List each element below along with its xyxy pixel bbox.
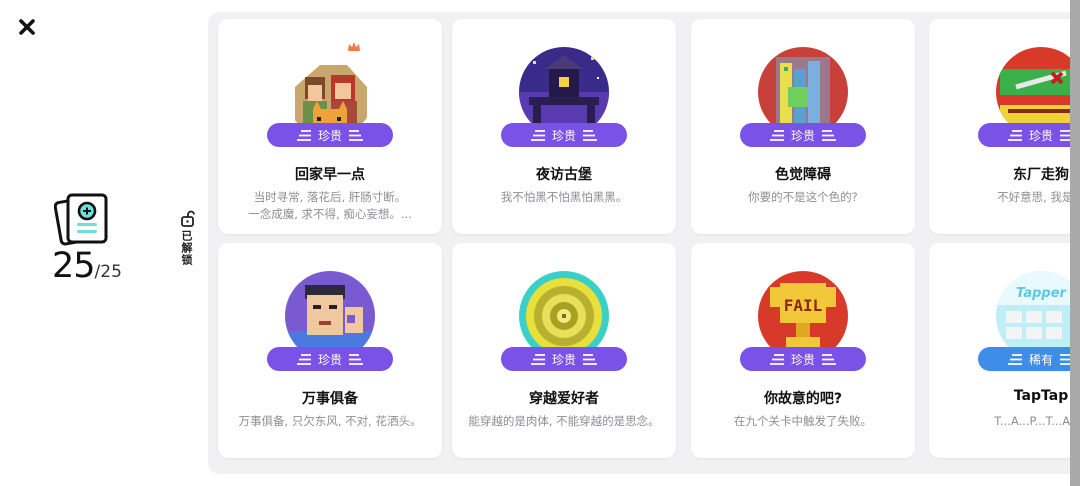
badge-bars-right-icon (822, 353, 836, 365)
rarity-label: 珍贵 (790, 352, 815, 367)
svg-text:Tapper: Tapper (1016, 286, 1068, 301)
unlock-count: 25/25 (52, 246, 122, 286)
tab-unlocked[interactable]: 已解锁 (178, 210, 198, 280)
svg-text:FAIL: FAIL (784, 296, 823, 315)
badge-bars-left-icon (1007, 129, 1022, 141)
achievement-title: TapTap (1013, 388, 1069, 404)
achievement-card[interactable]: 珍贵 东厂走狗 不好意思, 我是反 (929, 19, 1080, 234)
achievement-title: 穿越爱好者 (529, 391, 599, 407)
achievement-panel: 珍贵 回家早一点 当时寻常, 落花后, 肝肠寸断。 一念成魔, 求不得, 痴心妄… (208, 12, 1080, 474)
achievement-description: 万事俱备, 只欠东风, 不对, 花洒头。 (230, 413, 430, 430)
unlock-icon (181, 210, 195, 227)
rarity-badge: 珍贵 (267, 123, 393, 147)
achievement-title: 夜访古堡 (536, 167, 592, 183)
description-line: 我不怕黑不怕黑怕黑黑。 (500, 190, 628, 204)
description-line: 你要的不是这个色的? (748, 190, 858, 204)
description-line: 当时寻常, 落花后, 肝肠寸断。 (253, 190, 407, 204)
achievement-card[interactable]: Tapper 稀有 TapTap T...A...P...T...A...P (929, 243, 1080, 458)
badge-bars-left-icon (1007, 353, 1022, 365)
badge-bars-right-icon (583, 353, 597, 365)
tab-unlocked-label: 已解锁 (180, 230, 193, 266)
badge-bars-left-icon (530, 353, 545, 365)
achievement-description: 我不怕黑不怕黑怕黑黑。 (464, 189, 664, 206)
description-line: 一念成魔, 求不得, 痴心妄想。... (248, 207, 412, 221)
achievement-title: 你故意的吧? (763, 391, 843, 407)
badge-bars-left-icon (296, 353, 311, 365)
description-line: 不好意思, 我是反 (997, 190, 1080, 204)
achievement-card[interactable]: FAIL 珍贵 你故意的吧? 在九个关卡中触发了失败。 (691, 243, 915, 458)
achievement-card[interactable]: 珍贵 穿越爱好者 能穿越的是肉体, 不能穿越的是思念。 (452, 243, 676, 458)
close-button[interactable] (16, 16, 38, 38)
achievement-book-icon (54, 193, 108, 246)
description-line: 万事俱备, 只欠东风, 不对, 花洒头。 (238, 414, 422, 428)
description-line: 能穿越的是肉体, 不能穿越的是思念。 (468, 414, 660, 428)
rarity-badge: 珍贵 (501, 123, 627, 147)
achievement-card[interactable]: 珍贵 万事俱备 万事俱备, 只欠东风, 不对, 花洒头。 (218, 243, 442, 458)
rarity-label: 珍贵 (1028, 128, 1053, 143)
rarity-badge: 稀有 (978, 347, 1080, 371)
achievement-description: T...A...P...T...A...P (941, 413, 1080, 430)
close-icon (19, 19, 35, 35)
achievement-card[interactable]: 珍贵 色觉障碍 你要的不是这个色的? (691, 19, 915, 234)
description-line: 在九个关卡中触发了失败。 (734, 414, 872, 428)
achievement-title: 万事俱备 (302, 391, 358, 407)
badge-bars-left-icon (769, 353, 784, 365)
achievement-description: 当时寻常, 落花后, 肝肠寸断。 一念成魔, 求不得, 痴心妄想。... (230, 189, 430, 223)
rarity-label: 珍贵 (790, 128, 815, 143)
crown-icon (348, 42, 360, 51)
achievement-description: 在九个关卡中触发了失败。 (703, 413, 903, 430)
rarity-badge: 珍贵 (740, 347, 866, 371)
rarity-label: 珍贵 (317, 128, 342, 143)
badge-bars-left-icon (296, 129, 311, 141)
badge-bars-right-icon (349, 129, 363, 141)
achievement-title: 东厂走狗 (1013, 167, 1069, 183)
achievement-title: 回家早一点 (295, 167, 365, 183)
unlocked-count: 25 (52, 246, 96, 286)
rarity-badge: 珍贵 (978, 123, 1080, 147)
rarity-badge: 珍贵 (501, 347, 627, 371)
achievement-description: 不好意思, 我是反 (941, 189, 1080, 206)
rarity-label: 珍贵 (551, 352, 576, 367)
achievement-card[interactable]: 珍贵 夜访古堡 我不怕黑不怕黑怕黑黑。 (452, 19, 676, 234)
badge-bars-left-icon (530, 129, 545, 141)
achievement-description: 能穿越的是肉体, 不能穿越的是思念。 (464, 413, 664, 430)
achievement-card[interactable]: 珍贵 回家早一点 当时寻常, 落花后, 肝肠寸断。 一念成魔, 求不得, 痴心妄… (218, 19, 442, 234)
rarity-label: 珍贵 (317, 352, 342, 367)
achievement-title: 色觉障碍 (775, 167, 831, 183)
achievement-description: 你要的不是这个色的? (703, 189, 903, 206)
vertical-scrollbar[interactable] (1070, 0, 1080, 486)
badge-bars-right-icon (822, 129, 836, 141)
badge-bars-right-icon (583, 129, 597, 141)
rarity-badge: 珍贵 (267, 347, 393, 371)
achievement-summary: 25/25 (40, 190, 140, 300)
description-line: T...A...P...T...A...P (994, 414, 1080, 428)
rarity-label: 珍贵 (551, 128, 576, 143)
badge-bars-right-icon (349, 353, 363, 365)
rarity-badge: 珍贵 (740, 123, 866, 147)
badge-bars-left-icon (769, 129, 784, 141)
rarity-label: 稀有 (1028, 352, 1053, 367)
total-count: /25 (94, 262, 122, 282)
